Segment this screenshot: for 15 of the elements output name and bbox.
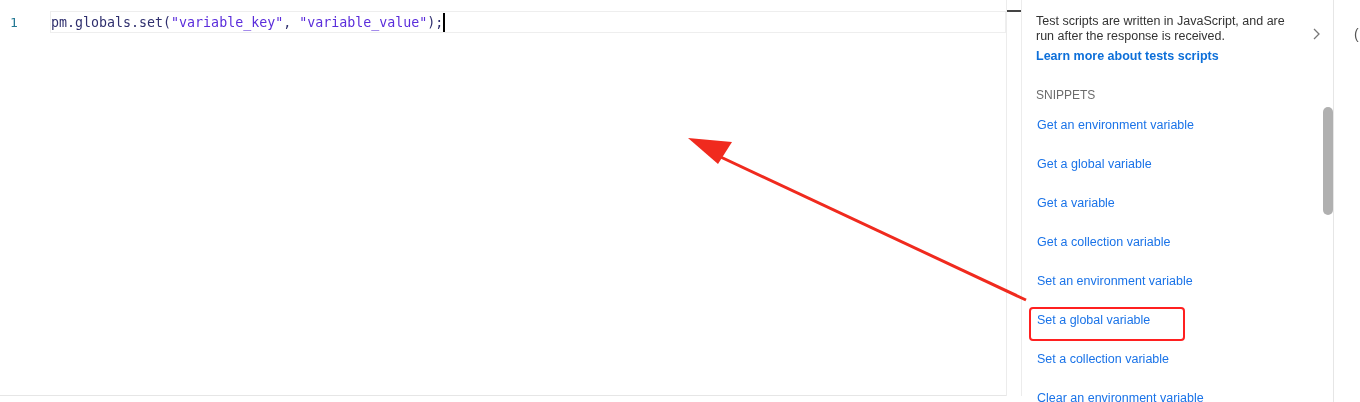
snippet-link[interactable]: Set a global variable (1029, 307, 1185, 341)
snippet-link[interactable]: Set an environment variable (1029, 268, 1201, 302)
snippet-link[interactable]: Get a variable (1029, 190, 1123, 224)
learn-more-link[interactable]: Learn more about tests scripts (1036, 49, 1306, 63)
snippet-link[interactable]: Get an environment variable (1029, 112, 1203, 146)
snippet-link[interactable]: Clear an environment variable (1029, 385, 1212, 402)
snippet-link[interactable]: Get a global variable (1029, 151, 1160, 185)
scrollbar-thumb[interactable] (1323, 107, 1333, 215)
line-number: 1 (9, 14, 19, 30)
description-text: Test scripts are written in JavaScript, and are run after the response is received. (1036, 14, 1286, 44)
edge-text: ( (1354, 26, 1359, 44)
section-title: SNIPPETS (1036, 88, 1097, 102)
snippet-link[interactable]: Get a collection variable (1029, 229, 1179, 263)
snippet-link[interactable]: Set a collection variable (1029, 346, 1178, 380)
chevron-right-icon[interactable] (1313, 28, 1321, 40)
